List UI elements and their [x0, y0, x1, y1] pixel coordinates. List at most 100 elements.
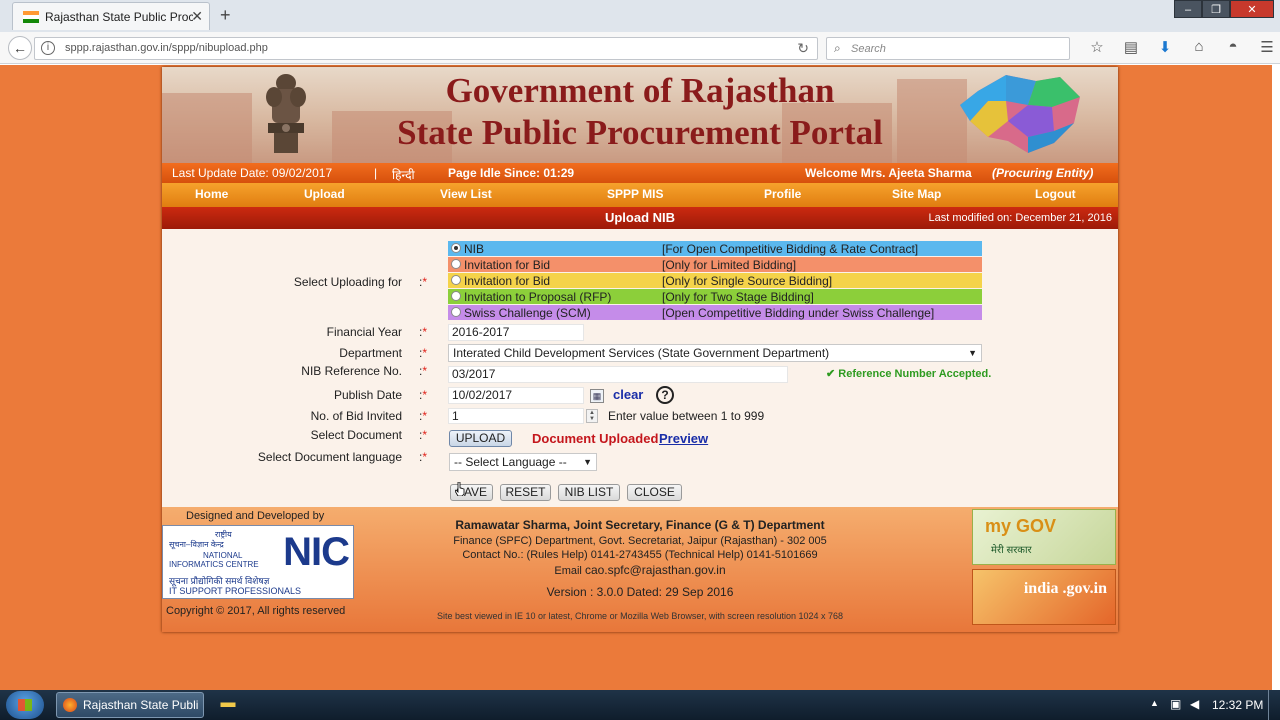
download-icon[interactable]: ⬇	[1148, 38, 1182, 56]
rajasthan-map-icon	[960, 75, 1080, 153]
option-itp-rfp[interactable]: Invitation to Proposal (RFP) [Only for T…	[448, 289, 982, 304]
tab-title: Rajasthan State Public Proc...	[45, 10, 193, 24]
label-no-of-bid: No. of Bid Invited	[310, 409, 402, 423]
department-select[interactable]: Interated Child Development Services (St…	[448, 344, 982, 362]
folder-icon[interactable]: ▬	[212, 694, 244, 716]
label-financial-year: Financial Year	[326, 325, 402, 339]
option-ifb-single-source[interactable]: Invitation for Bid [Only for Single Sour…	[448, 273, 982, 288]
required-marker: :*	[419, 275, 428, 289]
menu-logout[interactable]: Logout	[1035, 187, 1076, 201]
required-marker: :*	[419, 450, 428, 464]
taskbar-browser-window[interactable]: Rajasthan State Publi...	[56, 692, 204, 718]
volume-icon[interactable]: ◀	[1190, 697, 1199, 711]
page-viewport: Government of Rajasthan State Public Pro…	[0, 65, 1280, 690]
help-icon[interactable]: ?	[656, 386, 674, 404]
portal-footer: Designed and Developed by NIC राष्ट्रीय …	[162, 507, 1118, 632]
browser-nav-bar: ← i sppp.rajasthan.gov.in/sppp/nibupload…	[0, 32, 1280, 64]
document-uploaded-status: Document Uploaded	[532, 431, 659, 446]
page-idle-timer: Page Idle Since: 01:29	[448, 166, 575, 180]
reading-list-icon[interactable]: ▤	[1114, 38, 1148, 56]
last-modified: Last modified on: December 21, 2016	[928, 212, 1112, 224]
hand-cursor-icon	[455, 482, 465, 496]
maximize-icon[interactable]: ❐	[1202, 0, 1230, 18]
required-marker: :*	[419, 325, 428, 339]
start-button[interactable]	[6, 691, 44, 719]
menu-icon[interactable]: ☰	[1250, 38, 1280, 56]
nib-reference-field[interactable]: 03/2017	[448, 366, 788, 383]
label-select-document: Select Document	[310, 428, 402, 442]
radio-swiss-challenge[interactable]	[451, 307, 461, 317]
option-swiss-challenge[interactable]: Swiss Challenge (SCM) [Open Competitive …	[448, 305, 982, 320]
reload-icon[interactable]: ↻	[797, 40, 809, 57]
back-arrow-icon[interactable]: ←	[8, 36, 32, 60]
section-title-bar: Upload NIB Last modified on: December 21…	[162, 207, 1118, 229]
windows-taskbar: Rajasthan State Publi... ▬ ▲ ▣ ◀ 12:32 P…	[0, 690, 1280, 720]
bookmark-star-icon[interactable]: ☆	[1080, 38, 1114, 56]
menu-home[interactable]: Home	[195, 187, 228, 201]
minimize-icon[interactable]: ‒	[1174, 0, 1202, 18]
welcome-user: Welcome Mrs. Ajeeta Sharma	[805, 166, 972, 180]
search-icon: ⌕	[834, 41, 841, 55]
required-marker: :*	[419, 409, 428, 423]
system-tray: ▲ ▣ ◀ 12:32 PM	[1140, 690, 1280, 720]
no-of-bid-field[interactable]: 1	[448, 408, 584, 424]
option-nib[interactable]: NIB [For Open Competitive Bidding & Rate…	[448, 241, 982, 256]
search-placeholder[interactable]: Search	[851, 43, 886, 55]
home-icon[interactable]: ⌂	[1182, 38, 1216, 56]
main-menu: Home Upload View List SPPP MIS Profile S…	[162, 183, 1118, 207]
nib-list-button[interactable]: NIB LIST	[558, 484, 620, 501]
upload-button[interactable]: UPLOAD	[449, 430, 512, 447]
window-controls: ‒ ❐ ✕	[1174, 0, 1274, 18]
close-button[interactable]: CLOSE	[627, 484, 682, 501]
user-role: (Procuring Entity)	[992, 166, 1094, 180]
radio-itp-rfp[interactable]	[451, 291, 461, 301]
label-department: Department	[339, 346, 402, 360]
menu-view-list[interactable]: View List	[440, 187, 492, 201]
label-document-language: Select Document language	[257, 450, 402, 464]
label-nib-reference: NIB Reference No.	[301, 364, 402, 378]
info-icon[interactable]: i	[41, 41, 55, 55]
chevron-down-icon: ▼	[583, 457, 592, 467]
calendar-icon[interactable]: ▦	[590, 389, 604, 403]
language-select[interactable]: -- Select Language -- ▼	[449, 453, 597, 471]
upload-nib-form: Select Uploading for :* NIB [For Open Co…	[162, 229, 1118, 507]
number-stepper-icon[interactable]: ▲ ▼	[586, 409, 598, 423]
window-close-icon[interactable]: ✕	[1230, 0, 1274, 18]
required-marker: :*	[419, 428, 428, 442]
clear-date-link[interactable]: clear	[613, 387, 643, 402]
radio-ifb-limited[interactable]	[451, 259, 461, 269]
menu-profile[interactable]: Profile	[764, 187, 801, 201]
bid-range-hint: Enter value between 1 to 999	[608, 409, 765, 423]
browser-tab[interactable]: Rajasthan State Public Proc... ✕	[12, 2, 210, 30]
option-ifb-limited[interactable]: Invitation for Bid [Only for Limited Bid…	[448, 257, 982, 272]
preview-link[interactable]: Preview	[659, 431, 708, 446]
last-update-date: Last Update Date: 09/02/2017	[172, 166, 333, 180]
new-tab-icon[interactable]: +	[220, 5, 231, 26]
radio-ifb-single-source[interactable]	[451, 275, 461, 285]
scrollbar[interactable]	[1272, 65, 1280, 690]
clock[interactable]: 12:32 PM	[1212, 698, 1263, 712]
menu-sppp-mis[interactable]: SPPP MIS	[607, 187, 663, 201]
firefox-icon	[63, 698, 77, 712]
show-desktop-button[interactable]	[1268, 690, 1280, 720]
network-icon[interactable]: ▣	[1170, 697, 1181, 711]
tray-expand-icon[interactable]: ▲	[1150, 698, 1159, 708]
menu-upload[interactable]: Upload	[304, 187, 345, 201]
financial-year-field[interactable]: 2016-2017	[448, 324, 584, 341]
hindi-link[interactable]: हिन्दी	[392, 166, 415, 183]
menu-site-map[interactable]: Site Map	[892, 187, 941, 201]
reference-accepted-message: ✔ Reference Number Accepted.	[826, 368, 992, 380]
required-marker: :*	[419, 346, 428, 360]
india-flag-icon	[23, 11, 39, 23]
mygov-logo[interactable]: my GOV मेरी सरकार	[972, 509, 1116, 565]
radio-nib[interactable]	[451, 243, 461, 253]
publish-date-field[interactable]: 10/02/2017	[448, 387, 584, 404]
search-box[interactable]: ⌕ Search	[826, 37, 1070, 60]
pocket-icon[interactable]: ◓	[1216, 38, 1250, 56]
address-bar[interactable]: i sppp.rajasthan.gov.in/sppp/nibupload.p…	[34, 37, 818, 60]
india-gov-logo[interactable]: india .gov.in	[972, 569, 1116, 625]
close-tab-icon[interactable]: ✕	[191, 8, 203, 25]
reset-button[interactable]: RESET	[500, 484, 551, 501]
url-text[interactable]: sppp.rajasthan.gov.in/sppp/nibupload.php	[65, 42, 268, 54]
browser-tab-bar: Rajasthan State Public Proc... ✕ + ‒ ❐ ✕	[0, 0, 1280, 32]
